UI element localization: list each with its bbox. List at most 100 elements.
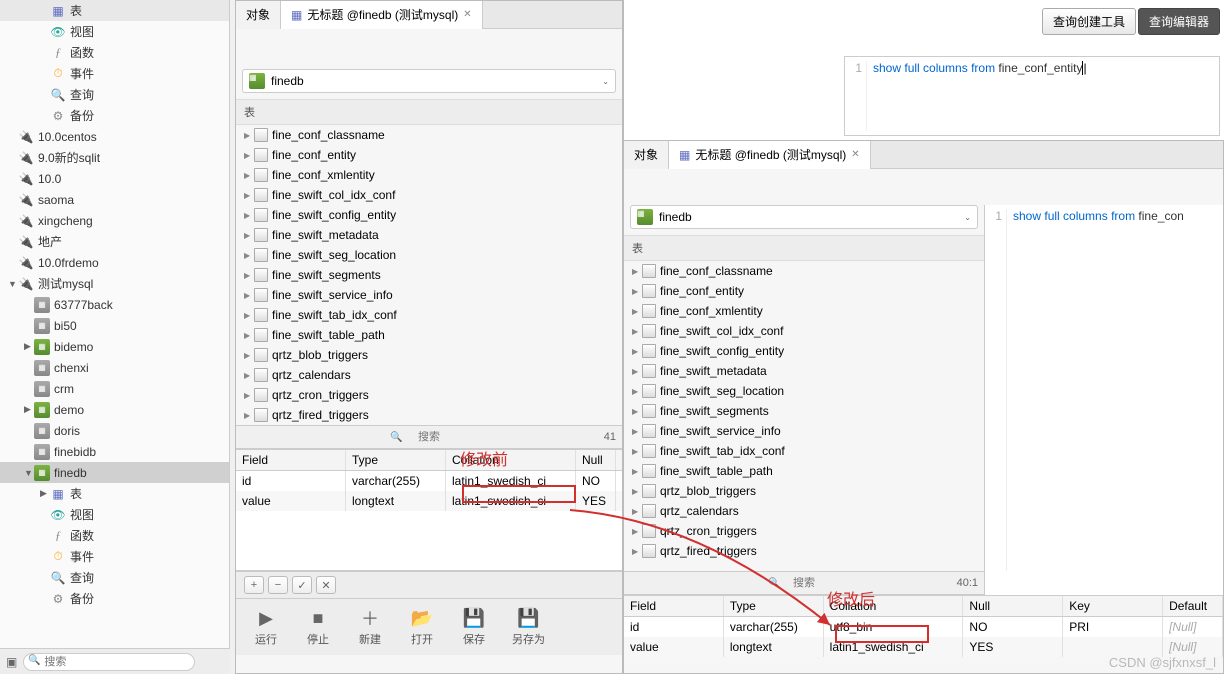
expand-icon[interactable]: ▶ [24, 341, 34, 352]
table-item-fine_conf_classname[interactable]: ▶fine_conf_classname [624, 261, 984, 281]
expand-icon[interactable]: ▶ [632, 467, 642, 476]
action-停止[interactable]: ■停止 [304, 607, 332, 647]
collapse-icon[interactable]: ▣ [6, 655, 17, 669]
expand-icon[interactable]: ▶ [632, 327, 642, 336]
tree-item-查询[interactable]: 🔍查询 [0, 84, 229, 105]
table-search-input-b[interactable] [642, 577, 966, 589]
table-item-fine_conf_xmlentity[interactable]: ▶fine_conf_xmlentity [236, 165, 622, 185]
tree-item-视图[interactable]: 👁视图 [0, 504, 229, 525]
column-row[interactable]: idvarchar(255)latin1_swedish_ciNO [236, 471, 622, 491]
tab-无标题 @finedb (测试mysql)[interactable]: ▦无标题 @finedb (测试mysql)✕ [281, 1, 483, 29]
expand-icon[interactable]: ▶ [244, 191, 254, 200]
tree-item-测试mysql[interactable]: ▼🔌测试mysql [0, 273, 229, 294]
expand-icon[interactable]: ▶ [244, 271, 254, 280]
table-item-fine_swift_config_entity[interactable]: ▶fine_swift_config_entity [236, 205, 622, 225]
expand-icon[interactable]: ▶ [632, 407, 642, 416]
tree-item-查询[interactable]: 🔍查询 [0, 567, 229, 588]
action-打开[interactable]: 📂打开 [408, 607, 436, 647]
column-row[interactable]: valuelongtextlatin1_swedish_ciYES[Null] [624, 637, 1223, 657]
table-item-fine_swift_col_idx_conf[interactable]: ▶fine_swift_col_idx_conf [624, 321, 984, 341]
expand-icon[interactable]: ▶ [632, 347, 642, 356]
table-item-fine_conf_classname[interactable]: ▶fine_conf_classname [236, 125, 622, 145]
tree-item-xingcheng[interactable]: 🔌xingcheng [0, 210, 229, 231]
tree-item-9.0新的sqlit[interactable]: 🔌9.0新的sqlit [0, 147, 229, 168]
table-search-input-a[interactable] [255, 431, 602, 443]
expand-icon[interactable]: ▶ [244, 411, 254, 420]
expand-icon[interactable]: ▶ [632, 387, 642, 396]
query-builder-button[interactable]: 查询创建工具 [1042, 8, 1136, 35]
col-type[interactable]: Type [346, 450, 446, 470]
tree-item-视图[interactable]: 👁视图 [0, 21, 229, 42]
expand-icon[interactable]: ▶ [244, 311, 254, 320]
tree-item-表[interactable]: ▶▦表 [0, 483, 229, 504]
expand-icon[interactable]: ▼ [8, 279, 18, 289]
tree-item-saoma[interactable]: 🔌saoma [0, 189, 229, 210]
expand-icon[interactable]: ▶ [632, 547, 642, 556]
tree-item-crm[interactable]: ▦crm [0, 378, 229, 399]
table-item-fine_swift_tab_idx_conf[interactable]: ▶fine_swift_tab_idx_conf [236, 305, 622, 325]
table-item-fine_swift_segments[interactable]: ▶fine_swift_segments [236, 265, 622, 285]
close-icon[interactable]: ✕ [851, 149, 859, 160]
expand-icon[interactable]: ▶ [632, 507, 642, 516]
sql-editor-top[interactable]: 1 show full columns from fine_conf_entit… [844, 56, 1220, 136]
table-item-qrtz_fired_triggers[interactable]: ▶qrtz_fired_triggers [624, 541, 984, 561]
table-item-qrtz_blob_triggers[interactable]: ▶qrtz_blob_triggers [624, 481, 984, 501]
table-item-qrtz_calendars[interactable]: ▶qrtz_calendars [236, 365, 622, 385]
table-item-fine_swift_metadata[interactable]: ▶fine_swift_metadata [624, 361, 984, 381]
table-item-fine_swift_table_path[interactable]: ▶fine_swift_table_path [236, 325, 622, 345]
tree-item-bi50[interactable]: ▦bi50 [0, 315, 229, 336]
action-运行[interactable]: ▶运行 [252, 607, 280, 647]
expand-icon[interactable]: ▶ [244, 251, 254, 260]
expand-icon[interactable]: ▶ [24, 404, 34, 415]
col-null[interactable]: Null [963, 596, 1063, 616]
expand-icon[interactable]: ▶ [40, 488, 50, 499]
table-item-qrtz_blob_triggers[interactable]: ▶qrtz_blob_triggers [236, 345, 622, 365]
tree-item-函数[interactable]: ƒ函数 [0, 525, 229, 546]
close-icon[interactable]: ✕ [463, 9, 471, 20]
table-item-fine_swift_seg_location[interactable]: ▶fine_swift_seg_location [236, 245, 622, 265]
action-保存[interactable]: 💾保存 [460, 607, 488, 647]
db-selector-b[interactable]: ▦ finedb ⌄ [630, 205, 978, 229]
table-item-fine_swift_service_info[interactable]: ▶fine_swift_service_info [624, 421, 984, 441]
expand-icon[interactable]: ▶ [632, 487, 642, 496]
tree-item-10.0[interactable]: 🔌10.0 [0, 168, 229, 189]
expand-icon[interactable]: ▶ [244, 371, 254, 380]
table-item-fine_swift_config_entity[interactable]: ▶fine_swift_config_entity [624, 341, 984, 361]
expand-icon[interactable]: ▶ [244, 331, 254, 340]
table-item-fine_swift_seg_location[interactable]: ▶fine_swift_seg_location [624, 381, 984, 401]
tree-item-事件[interactable]: ⏱事件 [0, 546, 229, 567]
table-item-fine_swift_table_path[interactable]: ▶fine_swift_table_path [624, 461, 984, 481]
sql-editor-b[interactable]: 1 show full columns from fine_con [985, 205, 1223, 575]
table-item-fine_swift_metadata[interactable]: ▶fine_swift_metadata [236, 225, 622, 245]
expand-icon[interactable]: ▶ [244, 151, 254, 160]
query-editor-button[interactable]: 查询编辑器 [1138, 8, 1220, 35]
table-item-fine_conf_entity[interactable]: ▶fine_conf_entity [236, 145, 622, 165]
tree-item-demo[interactable]: ▶▦demo [0, 399, 229, 420]
action-新建[interactable]: ＋新建 [356, 607, 384, 647]
table-item-qrtz_calendars[interactable]: ▶qrtz_calendars [624, 501, 984, 521]
expand-icon[interactable]: ▶ [632, 267, 642, 276]
expand-icon[interactable]: ▶ [244, 391, 254, 400]
expand-icon[interactable]: ▶ [244, 351, 254, 360]
col-null[interactable]: Null [576, 450, 616, 470]
confirm-button[interactable]: ✓ [292, 576, 312, 594]
col-type[interactable]: Type [724, 596, 824, 616]
tree-item-bidemo[interactable]: ▶▦bidemo [0, 336, 229, 357]
expand-icon[interactable]: ▶ [632, 427, 642, 436]
tree-item-表[interactable]: ▦表 [0, 0, 229, 21]
delete-row-button[interactable]: − [268, 576, 288, 594]
tab-对象[interactable]: 对象 [624, 141, 669, 169]
tree-item-备份[interactable]: ⚙备份 [0, 105, 229, 126]
expand-icon[interactable]: ▶ [244, 131, 254, 140]
col-collation[interactable]: Collation [824, 596, 964, 616]
tree-item-地产[interactable]: 🔌地产 [0, 231, 229, 252]
tree-item-备份[interactable]: ⚙备份 [0, 588, 229, 609]
db-selector-a[interactable]: ▦ finedb ⌄ [242, 69, 616, 93]
col-field[interactable]: Field [236, 450, 346, 470]
expand-icon[interactable]: ▶ [632, 367, 642, 376]
action-另存为[interactable]: 💾另存为 [512, 607, 545, 647]
sidebar-search-input[interactable] [23, 653, 195, 671]
cancel-button[interactable]: ✕ [316, 576, 336, 594]
expand-icon[interactable]: ▶ [632, 527, 642, 536]
tab-对象[interactable]: 对象 [236, 1, 281, 29]
